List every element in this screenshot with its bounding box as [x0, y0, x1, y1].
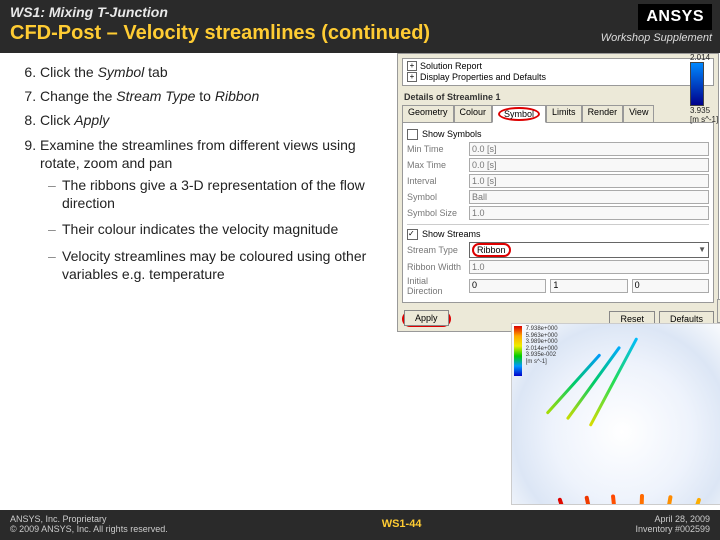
interval-input[interactable]: 1.0 [s]	[469, 174, 709, 188]
init-dir-y[interactable]: 1	[550, 279, 627, 293]
show-symbols-label: Show Symbols	[422, 129, 482, 139]
slide: WS1: Mixing T-Junction CFD-Post – Veloci…	[0, 0, 720, 540]
expand-icon[interactable]: +	[407, 72, 417, 82]
render-legend: 7.938e+000 5.963e+000 3.989e+000 2.014e+…	[514, 326, 558, 376]
init-dir-x[interactable]: 0	[469, 279, 546, 293]
streamline-render: 7.938e+000 5.963e+000 3.989e+000 2.014e+…	[511, 323, 720, 505]
show-streams-checkbox[interactable]	[407, 229, 418, 240]
step-9: Examine the streamlines from different v…	[40, 136, 379, 283]
footer-bar: ANSYS, Inc. Proprietary © 2009 ANSYS, In…	[0, 510, 720, 540]
apply-button[interactable]: Apply	[404, 310, 449, 326]
ribbon-stroke	[584, 495, 623, 505]
sub-1: The ribbons give a 3-D representation of…	[48, 176, 379, 212]
chevron-down-icon: ▼	[698, 245, 706, 254]
symbol-size-input[interactable]: 1.0	[469, 206, 709, 220]
tab-colour[interactable]: Colour	[454, 105, 493, 123]
min-time-label: Min Time	[407, 144, 465, 154]
step-7: Change the Stream Type to Ribbon	[40, 87, 379, 105]
max-time-input[interactable]: 0.0 [s]	[469, 158, 709, 172]
symbol-tab-body: Show Symbols Min Time 0.0 [s] Max Time 0.0…	[402, 122, 714, 303]
stream-type-select[interactable]: Ribbon ▼	[469, 242, 709, 258]
ribbon-stroke	[647, 497, 702, 505]
step-6: Click the Symbol tab	[40, 63, 379, 81]
symbol-tab-highlight: Symbol	[498, 107, 540, 121]
show-symbols-checkbox[interactable]	[407, 129, 418, 140]
gradient-bar	[690, 62, 704, 106]
sub-3: Velocity streamlines may be coloured usi…	[48, 247, 379, 283]
workshop-label: WS1: Mixing T-Junction	[10, 4, 710, 20]
content-area: Click the Symbol tab Change the Stream T…	[0, 53, 720, 291]
apply-highlight: Apply	[402, 311, 451, 327]
init-dir-label: Initial Direction	[407, 276, 465, 296]
supplement-label: Workshop Supplement	[601, 32, 712, 44]
ansys-logo: ANSYS	[638, 4, 712, 30]
symbol-label: Symbol	[407, 192, 465, 202]
legend-gradient-icon	[514, 326, 522, 376]
details-title: Details of Streamline 1	[398, 90, 718, 104]
expand-icon[interactable]: +	[407, 61, 417, 71]
color-scale: 2.014 3.935 [m s^-1]	[690, 53, 720, 117]
footer-right: April 28, 2009 Inventory #002599	[635, 514, 710, 534]
stream-type-label: Stream Type	[407, 245, 465, 255]
init-dir-z[interactable]: 0	[632, 279, 709, 293]
instructions-column: Click the Symbol tab Change the Stream T…	[0, 53, 383, 291]
details-tabs: Geometry Colour Symbol Limits Render Vie…	[402, 104, 714, 122]
tab-render[interactable]: Render	[582, 105, 624, 123]
ribbon-stroke	[634, 494, 644, 505]
ribbon-width-input[interactable]: 1.0	[469, 260, 709, 274]
ribbon-stroke	[639, 495, 672, 505]
tab-geometry[interactable]: Geometry	[402, 105, 454, 123]
header-bar: WS1: Mixing T-Junction CFD-Post – Veloci…	[0, 0, 720, 53]
tab-limits[interactable]: Limits	[546, 105, 582, 123]
cfdpost-panel: +Solution Report +Display Properties and…	[397, 53, 719, 332]
ribbon-width-label: Ribbon Width	[407, 262, 465, 272]
step-list: Click the Symbol tab Change the Stream T…	[24, 63, 379, 283]
ribbon-highlight: Ribbon	[472, 243, 511, 257]
footer-left: ANSYS, Inc. Proprietary © 2009 ANSYS, In…	[10, 514, 168, 534]
interval-label: Interval	[407, 176, 465, 186]
tab-view[interactable]: View	[623, 105, 654, 123]
max-time-label: Max Time	[407, 160, 465, 170]
tab-symbol[interactable]: Symbol	[492, 105, 546, 123]
symbol-size-label: Symbol Size	[407, 208, 465, 218]
screenshot-column: +Solution Report +Display Properties and…	[383, 53, 720, 291]
sub-list: The ribbons give a 3-D representation of…	[48, 176, 379, 283]
symbol-select[interactable]: Ball	[469, 190, 709, 204]
slide-number: WS1-44	[382, 518, 422, 530]
outline-tree[interactable]: +Solution Report +Display Properties and…	[402, 58, 714, 86]
min-time-input[interactable]: 0.0 [s]	[469, 142, 709, 156]
ribbon-stroke	[611, 494, 633, 505]
ribbon-stroke	[656, 501, 720, 505]
sub-2: Their colour indicates the velocity magn…	[48, 220, 379, 238]
show-streams-label: Show Streams	[422, 229, 481, 239]
step-8: Click Apply	[40, 111, 379, 129]
